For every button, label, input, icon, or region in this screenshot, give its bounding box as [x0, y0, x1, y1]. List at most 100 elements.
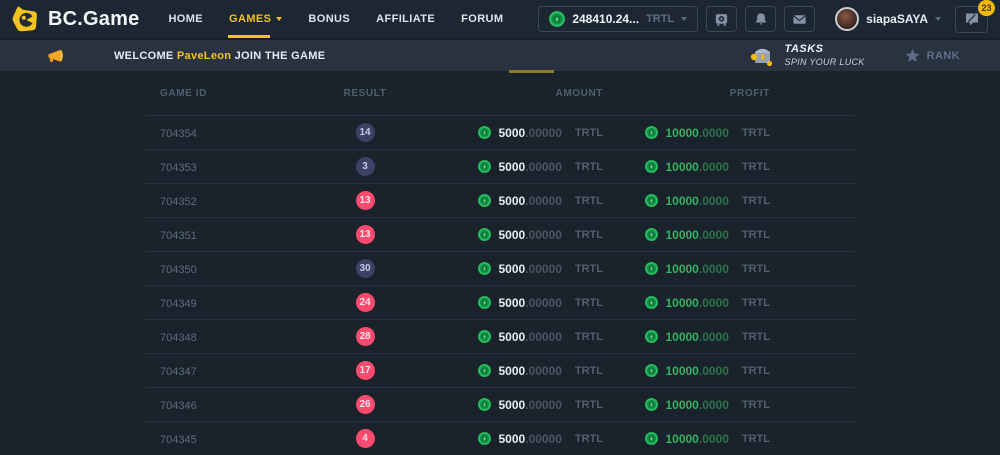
- user-menu[interactable]: siapaSAYA: [835, 7, 941, 31]
- nav-item-games[interactable]: GAMES: [216, 0, 295, 38]
- nav-item-home[interactable]: HOME: [155, 0, 216, 38]
- profit-decimals: .0000: [699, 398, 729, 412]
- amount-cell: 5000.00000 TRTL: [435, 364, 603, 378]
- game-id-cell: 704354: [145, 124, 295, 142]
- chat-unread-badge: 23: [978, 0, 995, 16]
- table-row[interactable]: 704350 30 5000.00000 TRTL 10000.0000 TRT…: [145, 251, 855, 285]
- profit-cell: 10000.0000 TRTL: [603, 228, 770, 242]
- amount-cell: 5000.00000 TRTL: [435, 160, 603, 174]
- trtl-coin-icon: [478, 194, 491, 207]
- bc-game-app: BC.Game HOME GAMES BONUS AFFILIATE FORUM: [0, 0, 1000, 455]
- nav-item-forum[interactable]: FORUM: [448, 0, 516, 38]
- trtl-coin-icon: [645, 398, 658, 411]
- amount-integer: 5000: [498, 398, 525, 412]
- table-row[interactable]: 704354 14 5000.00000 TRTL 10000.0000 TRT…: [145, 115, 855, 149]
- result-badge: 3: [356, 157, 375, 176]
- amount-integer: 5000: [498, 160, 525, 174]
- amount-currency: TRTL: [575, 331, 603, 343]
- amount-cell: 5000.00000 TRTL: [435, 194, 603, 208]
- result-cell: 3: [295, 157, 435, 176]
- nav-item-bonus[interactable]: BONUS: [295, 0, 363, 38]
- trtl-coin-icon: [478, 364, 491, 377]
- game-id-value: 704350: [160, 264, 197, 276]
- trtl-coin-icon: [478, 262, 491, 275]
- profit-integer: 10000: [665, 432, 698, 446]
- table-row[interactable]: 704352 13 5000.00000 TRTL 10000.0000 TRT…: [145, 183, 855, 217]
- trtl-coin-icon: [645, 126, 658, 139]
- vault-icon: [714, 12, 729, 27]
- amount-integer: 5000: [498, 296, 525, 310]
- game-id-value: 704354: [160, 128, 197, 140]
- trtl-coin-icon: [645, 330, 658, 343]
- brand-logo[interactable]: BC.Game: [12, 5, 139, 33]
- result-badge: 17: [356, 361, 375, 380]
- notifications-button[interactable]: [745, 6, 776, 32]
- profit-currency: TRTL: [742, 161, 770, 173]
- profit-cell: 10000.0000 TRTL: [603, 194, 770, 208]
- nav-item-affiliate[interactable]: AFFILIATE: [363, 0, 448, 38]
- scroll-tab-indicator[interactable]: [509, 70, 554, 73]
- game-id-value: 704353: [160, 162, 197, 174]
- amount-decimals: .00000: [525, 296, 562, 310]
- table-row[interactable]: 704345 4 5000.00000 TRTL 10000.0000 TRTL: [145, 421, 855, 455]
- game-id-value: 704352: [160, 196, 197, 208]
- profit-decimals: .0000: [699, 228, 729, 242]
- amount-decimals: .00000: [525, 398, 562, 412]
- result-badge: 24: [356, 293, 375, 312]
- game-id-value: 704347: [160, 366, 197, 378]
- table-row[interactable]: 704348 28 5000.00000 TRTL 10000.0000 TRT…: [145, 319, 855, 353]
- amount-currency: TRTL: [575, 161, 603, 173]
- amount-cell: 5000.00000 TRTL: [435, 228, 603, 242]
- amount-integer: 5000: [498, 194, 525, 208]
- profit-cell: 10000.0000 TRTL: [603, 126, 770, 140]
- trtl-coin-icon: [478, 160, 491, 173]
- profit-currency: TRTL: [742, 229, 770, 241]
- bell-icon: [754, 12, 768, 26]
- result-badge: 30: [356, 259, 375, 278]
- amount-cell: 5000.00000 TRTL: [435, 330, 603, 344]
- tasks-shortcut[interactable]: TASKS SPIN YOUR LUCK: [749, 43, 865, 68]
- game-id-value: 704346: [160, 400, 197, 412]
- table-row[interactable]: 704349 24 5000.00000 TRTL 10000.0000 TRT…: [145, 285, 855, 319]
- profit-decimals: .0000: [699, 364, 729, 378]
- result-badge: 28: [356, 327, 375, 346]
- top-nav-bar: BC.Game HOME GAMES BONUS AFFILIATE FORUM: [0, 0, 1000, 38]
- result-badge: 13: [356, 225, 375, 244]
- profit-integer: 10000: [665, 194, 698, 208]
- game-id-value: 704351: [160, 230, 197, 242]
- amount-integer: 5000: [498, 432, 525, 446]
- table-row[interactable]: 704353 3 5000.00000 TRTL 10000.0000 TRTL: [145, 149, 855, 183]
- vault-button[interactable]: [706, 6, 737, 32]
- balance-value: 248410.24...: [572, 12, 639, 26]
- chat-button[interactable]: 23: [955, 6, 988, 33]
- profit-currency: TRTL: [742, 195, 770, 207]
- result-badge: 14: [356, 123, 375, 142]
- amount-integer: 5000: [498, 126, 525, 140]
- treasure-chest-icon: [749, 43, 776, 68]
- amount-decimals: .00000: [525, 432, 562, 446]
- result-cell: 13: [295, 191, 435, 210]
- game-id-cell: 704352: [145, 192, 295, 210]
- table-row[interactable]: 704347 17 5000.00000 TRTL 10000.0000 TRT…: [145, 353, 855, 387]
- rank-shortcut[interactable]: RANK: [905, 49, 960, 63]
- trtl-coin-icon: [645, 432, 658, 445]
- profit-integer: 10000: [665, 126, 698, 140]
- result-cell: 4: [295, 429, 435, 448]
- balance-selector[interactable]: 248410.24... TRTL: [538, 6, 698, 32]
- trtl-coin-icon: [645, 228, 658, 241]
- result-badge: 26: [356, 395, 375, 414]
- table-row[interactable]: 704351 13 5000.00000 TRTL 10000.0000 TRT…: [145, 217, 855, 251]
- balance-currency: TRTL: [646, 13, 674, 25]
- profit-cell: 10000.0000 TRTL: [603, 432, 770, 446]
- game-id-cell: 704348: [145, 328, 295, 346]
- game-id-cell: 704350: [145, 260, 295, 278]
- welcome-username: PaveLeon: [177, 50, 231, 62]
- trtl-coin-icon: [478, 228, 491, 241]
- table-row[interactable]: 704346 26 5000.00000 TRTL 10000.0000 TRT…: [145, 387, 855, 421]
- amount-cell: 5000.00000 TRTL: [435, 262, 603, 276]
- chevron-down-icon: [681, 17, 687, 21]
- trtl-coin-icon: [478, 330, 491, 343]
- username: siapaSAYA: [866, 12, 928, 26]
- messages-button[interactable]: [784, 6, 815, 32]
- banner-shortcuts: TASKS SPIN YOUR LUCK RANK: [749, 43, 960, 68]
